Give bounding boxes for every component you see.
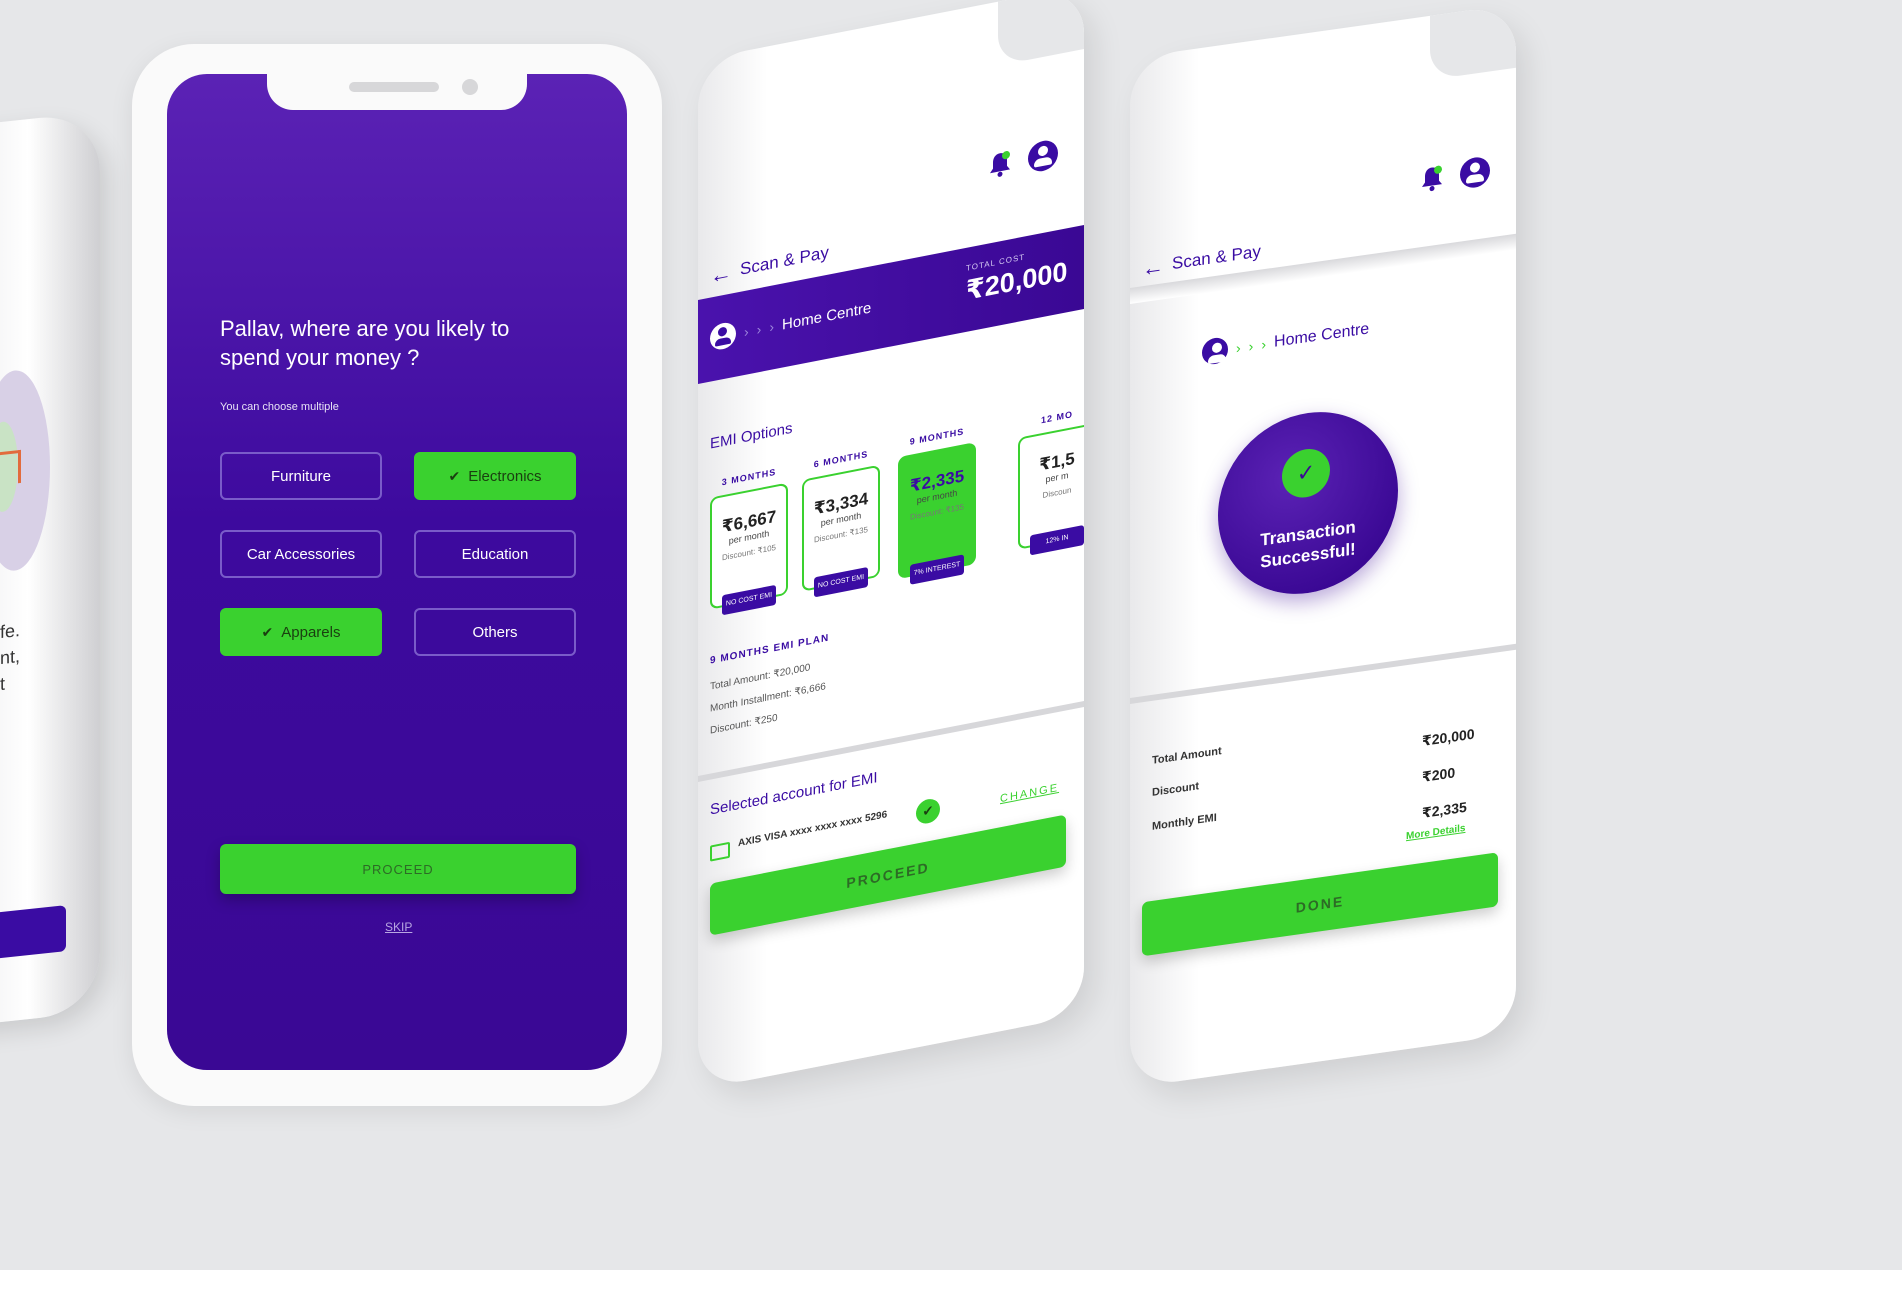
chevron-right-icon: › [756,320,762,338]
merchant-name: Home Centre [782,298,872,334]
option-electronics[interactable]: ✔ Electronics [414,452,576,500]
screen-title: Scan & Pay [740,242,829,279]
plan-tag: 12% IN [1030,524,1084,556]
plan-tag: NO COST EMI [722,584,776,616]
option-furniture[interactable]: Furniture [220,452,382,500]
emi-plan-card[interactable]: 6 MONTHS ₹3,334 per month Discount: ₹135… [802,449,880,598]
chevron-right-icon: › [1261,335,1267,353]
more-details-link[interactable]: More Details [1406,823,1465,842]
option-label: Furniture [270,467,332,485]
user-avatar-icon [710,320,736,352]
profile-icon[interactable] [1028,138,1058,174]
option-education[interactable]: Education [414,530,576,578]
option-others[interactable]: Others [414,608,576,656]
credit-card-icon [710,841,730,862]
plan-months: 3 MONTHS [721,466,777,488]
phone-notch [267,74,527,110]
account-number: AXIS VISA xxxx xxxx xxxx 5296 [738,809,888,850]
breadcrumb: › › › Home Centre [710,294,872,352]
plan-summary-title: 9 MONTHS EMI PLAN [710,632,830,667]
verified-check-icon: ✓ [1282,445,1330,501]
bell-icon[interactable] [988,149,1012,180]
plan-summary-line: Discount: ₹250 [710,712,778,737]
option-label: Electronics [468,467,542,485]
bell-icon[interactable] [1420,164,1444,193]
emi-plan-card[interactable]: 3 MONTHS ₹6,667 per month Discount: ₹105… [710,467,788,616]
chevron-right-icon: › [744,323,749,341]
summary-value: ₹2,335 [1422,798,1467,821]
speaker-grille [349,82,439,92]
question-heading: Pallav, where are you likely to spend yo… [220,316,510,370]
option-label: Apparels [281,623,341,641]
body-text-fragment: t [0,673,6,695]
summary-label: Monthly EMI [1152,811,1217,833]
illustration-chair [0,449,21,486]
summary-label: Discount [1152,780,1200,799]
breadcrumb: › › › Home Centre [1202,316,1370,366]
check-circle-icon: ✔ [916,796,940,826]
summary-value: ₹20,000 [1422,725,1475,749]
skip-link[interactable]: SKIP [385,920,412,934]
check-icon: ✔ [448,467,461,484]
success-badge: ✓ Transaction Successful! [1218,400,1398,606]
merchant-band: › › › Home Centre TOTAL COST ₹20,000 [698,224,1084,384]
option-label: Car Accessories [246,545,356,563]
check-icon: ✔ [261,623,274,640]
plan-months: 12 MO [1040,409,1073,426]
screen-title: Scan & Pay [1172,241,1261,274]
plan-months: 9 MONTHS [909,426,965,447]
primary-button-partial[interactable] [0,905,66,965]
section-divider [1130,643,1516,704]
plan-tag: 7% INTEREST [910,554,964,585]
body-text-fragment: nt, [0,645,21,669]
plan-months: 6 MONTHS [813,448,869,470]
proceed-button[interactable]: PROCEED [220,844,576,894]
option-label: Education [461,545,529,563]
summary-label: Total Amount [1152,745,1222,767]
chevron-right-icon: › [1236,339,1241,357]
success-message: Transaction Successful! [1218,510,1398,579]
chevron-right-icon: › [769,318,775,336]
done-button[interactable]: DONE [1142,852,1498,957]
option-apparels[interactable]: ✔ Apparels [220,608,382,656]
back-arrow-icon[interactable]: ← [1142,253,1164,282]
plan-tag: NO COST EMI [814,566,868,598]
phone-transaction-success: ← Scan & Pay › › › Home Centre ✓ Transac… [1130,3,1516,1089]
profile-icon[interactable] [1460,155,1490,190]
emi-plan-card[interactable]: 12 MO ₹1,5 per m Discoun 12% IN [1018,409,1084,556]
phone-notch [1430,3,1516,80]
selected-account-heading: Selected account for EMI [710,769,878,819]
emi-options-heading: EMI Options [710,419,793,453]
emi-plan-card-selected[interactable]: 9 MONTHS ₹2,335 per month Discount: ₹135… [898,426,976,585]
section-divider [698,700,1084,782]
user-avatar-icon [1202,336,1228,366]
phone-preferences: Pallav, where are you likely to spend yo… [132,44,662,1106]
phone-emi-options: ← Scan & Pay › › › Home Centre TOTAL COS… [698,0,1084,1090]
change-account-link[interactable]: CHANGE [1000,782,1059,805]
phone-notch [998,0,1084,66]
phone-onboarding-partial: fe. nt, t [0,111,100,1029]
preferences-screen: Pallav, where are you likely to spend yo… [167,74,627,1070]
body-text-fragment: fe. [0,619,21,643]
hint-text: You can choose multiple [220,401,339,413]
merchant-name: Home Centre [1274,320,1370,351]
showcase-canvas: fe. nt, t Pallav, where are you likely t… [0,0,1902,1270]
chevron-right-icon: › [1248,337,1254,355]
option-label: Others [472,623,518,641]
option-car-accessories[interactable]: Car Accessories [220,530,382,578]
camera-dot [462,79,478,95]
summary-value: ₹200 [1422,764,1456,785]
back-arrow-icon[interactable]: ← [710,259,732,289]
